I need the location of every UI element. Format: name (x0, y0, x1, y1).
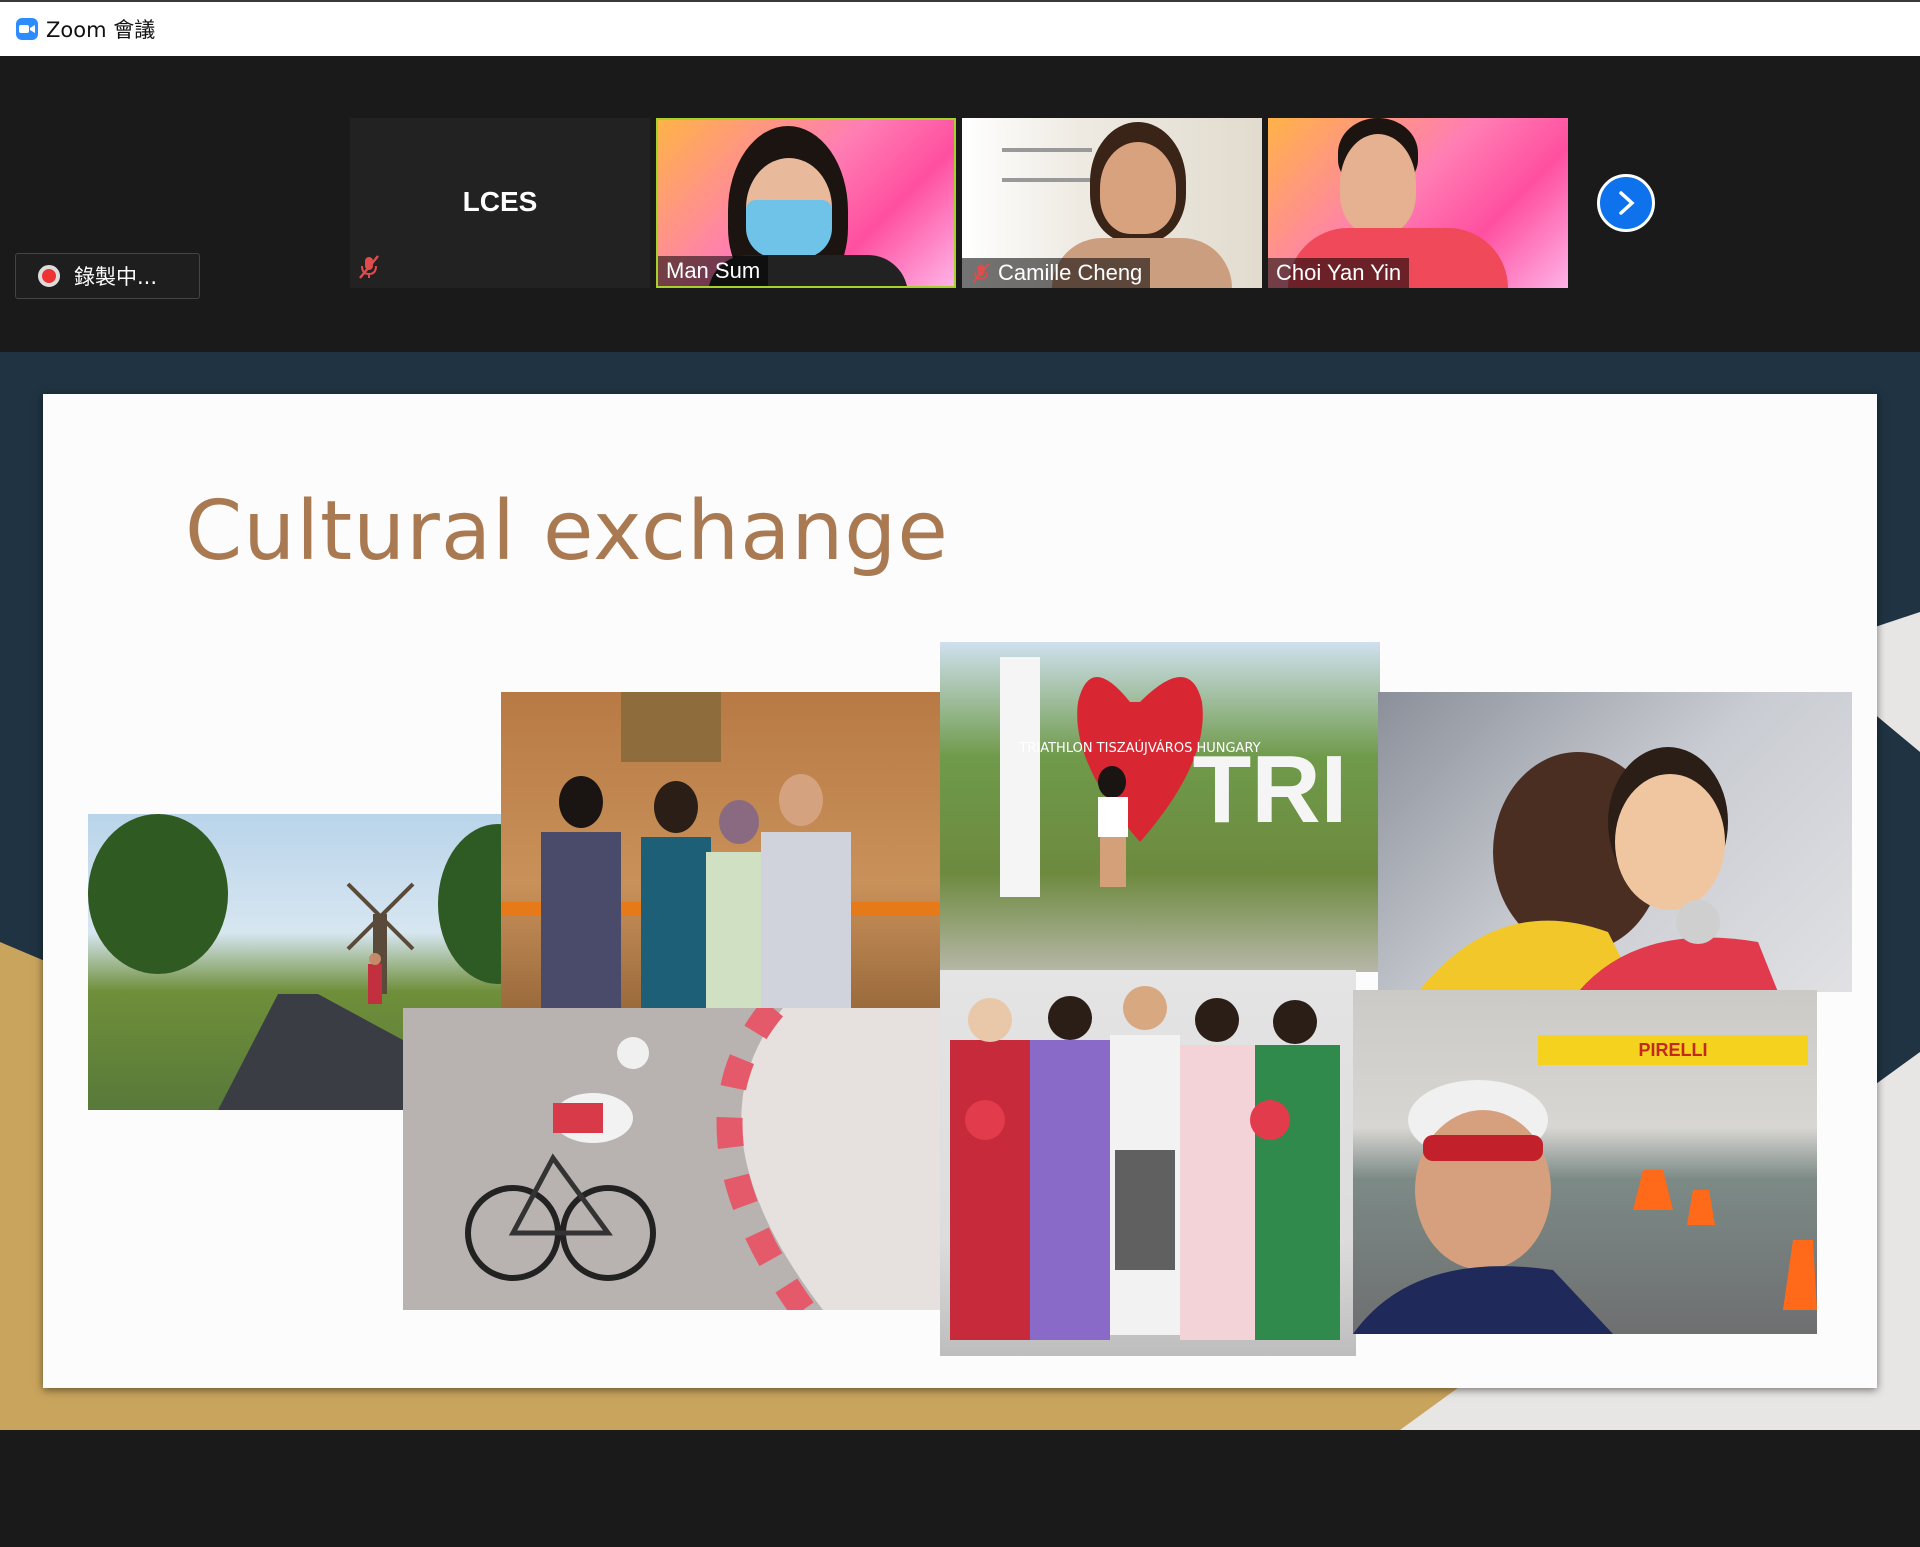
participant-tile-lces[interactable]: LCES (350, 118, 650, 288)
photo-family-group-art (501, 692, 941, 1010)
next-page-button[interactable] (1597, 174, 1655, 232)
zoom-logo-icon (16, 18, 38, 40)
photo-cyclist-track (403, 1008, 943, 1310)
participant-video-face (1340, 134, 1416, 234)
photo-yukata-group (940, 970, 1356, 1356)
tri-letters-text: TRI (1193, 736, 1348, 843)
recording-label: 錄製中... (74, 265, 158, 289)
banner-text: PIRELLI (1638, 1040, 1707, 1060)
bottom-bar (0, 1430, 1920, 1547)
room-shelf (1002, 178, 1092, 182)
photo-athletes-selfie-art (1418, 747, 1778, 992)
participant-name-camille-cheng: Camille Cheng (962, 258, 1151, 288)
participant-tile-man-sum[interactable]: Man Sum (656, 118, 956, 288)
shared-screen: Cultural exchange TRIATHLON TISZAÚJVÁROS… (0, 352, 1920, 1430)
photo-i-love-tri-art: TRIATHLON TISZAÚJVÁROS HUNGARY TRI (1000, 657, 1348, 897)
participant-tile-choi-yan-yin[interactable]: Choi Yan Yin (1268, 118, 1568, 288)
participant-name-man-sum: Man Sum (658, 256, 769, 286)
mic-muted-icon (972, 263, 990, 283)
face-mask (746, 200, 832, 258)
recording-dot-icon (38, 265, 60, 287)
photo-athletes-selfie (1378, 692, 1852, 992)
room-shelf (1002, 148, 1092, 152)
chevron-right-icon (1619, 191, 1635, 215)
photo-pirelli-track-selfie-art: PIRELLI (1353, 1035, 1817, 1334)
photo-family-group (501, 692, 941, 1010)
photo-cyclist-track-art (465, 1008, 943, 1310)
title-bar: Zoom 會議 (0, 0, 1920, 56)
photo-i-love-tri: TRIATHLON TISZAÚJVÁROS HUNGARY TRI (940, 642, 1380, 972)
participant-strip: LCES Man Sum Camille Cheng Choi Yan Yin (0, 56, 1920, 352)
slide: Cultural exchange TRIATHLON TISZAÚJVÁROS… (43, 394, 1877, 1388)
participant-tile-camille-cheng[interactable]: Camille Cheng (962, 118, 1262, 288)
participant-video-face (1100, 142, 1176, 234)
slide-title: Cultural exchange (185, 484, 949, 579)
participant-name-lces: LCES (462, 186, 538, 217)
photo-pirelli-track-selfie: PIRELLI (1353, 990, 1817, 1334)
app-title: Zoom 會議 (46, 18, 156, 42)
mic-muted-icon (356, 254, 382, 284)
recording-indicator[interactable]: 錄製中... (15, 253, 200, 299)
participant-name-choi-yan-yin: Choi Yan Yin (1268, 258, 1410, 288)
photo-yukata-group-art (950, 986, 1340, 1340)
